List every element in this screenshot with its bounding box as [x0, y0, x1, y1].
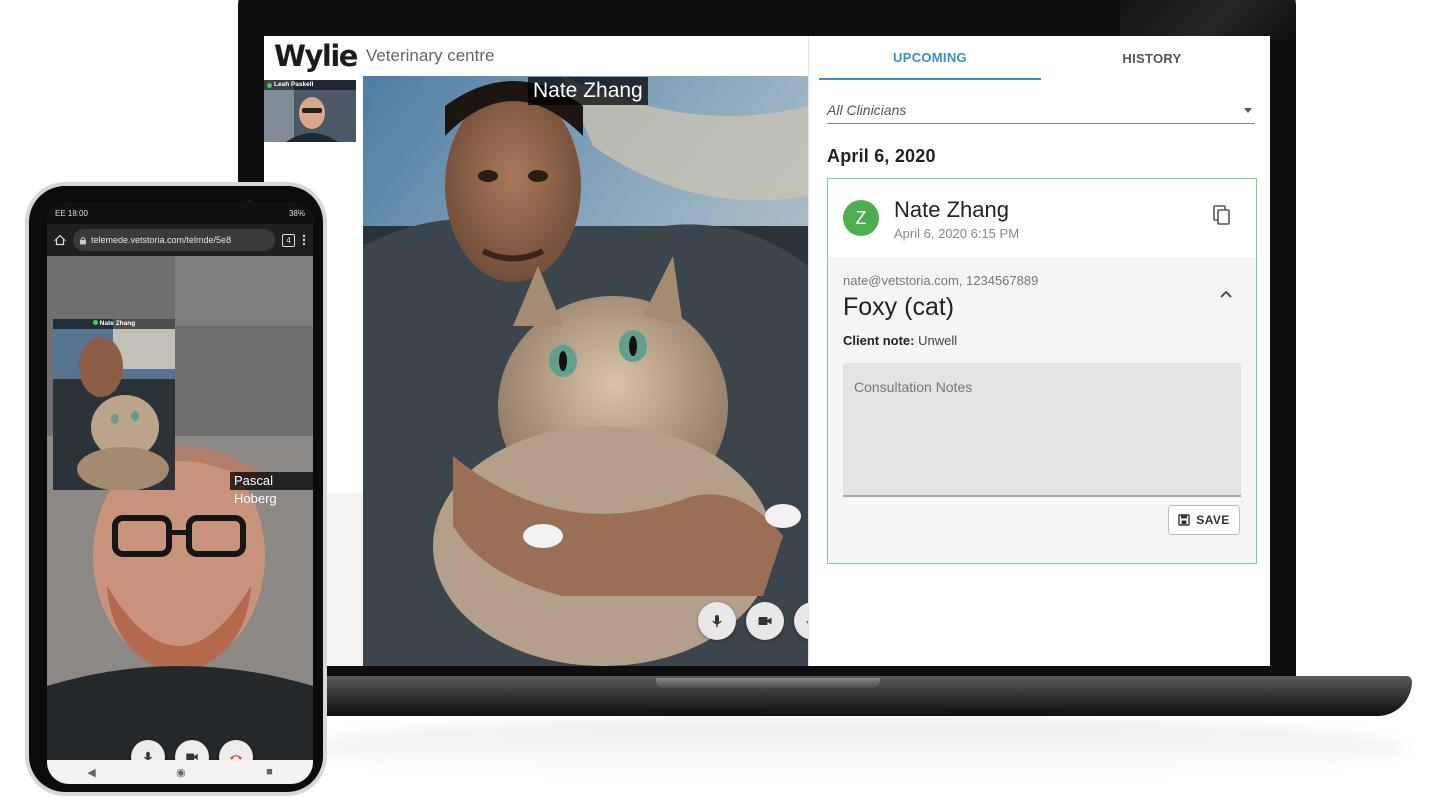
- consultation-notes-field[interactable]: Consultation Notes: [843, 363, 1241, 497]
- appointment-card-header: Z Nate Zhang April 6, 2020 6:15 PM: [828, 179, 1256, 257]
- tab-upcoming[interactable]: UPCOMING: [819, 36, 1041, 80]
- more-menu-icon[interactable]: [302, 234, 306, 246]
- camera-toggle-button[interactable]: [746, 602, 784, 640]
- main-video: Nate Zhang: [363, 76, 808, 666]
- app-header: Wylie Veterinary centre: [264, 36, 808, 76]
- laptop-hinge: [656, 678, 880, 688]
- copy-button[interactable]: [1212, 204, 1232, 231]
- phone-bezel: EE 18:00 38% telemede.vetstoria.com/telm…: [29, 186, 323, 792]
- pet-name: Foxy (cat): [843, 293, 955, 321]
- avatar: Z: [843, 200, 879, 236]
- online-status-dot: [92, 320, 98, 325]
- url-field[interactable]: telemede.vetstoria.com/telmde/5e8: [73, 229, 275, 251]
- tab-count-button[interactable]: 4: [282, 233, 295, 247]
- wylie-logo: Wylie: [274, 39, 358, 73]
- phone-self-view: Nate Zhang: [53, 319, 175, 490]
- carrier-time: EE 18:00: [55, 208, 88, 218]
- save-label: SAVE: [1196, 513, 1230, 527]
- caller-name-tag: Nate Zhang: [528, 77, 648, 105]
- tab-history[interactable]: HISTORY: [1041, 36, 1263, 80]
- save-button[interactable]: SAVE: [1168, 505, 1240, 535]
- appointment-tabs: UPCOMING HISTORY: [819, 36, 1263, 80]
- copy-icon: [1213, 205, 1230, 225]
- chevron-up-icon: [1220, 290, 1232, 298]
- mute-button[interactable]: [698, 602, 736, 640]
- back-icon[interactable]: ◀: [87, 766, 95, 779]
- client-note: Client note: Unwell: [843, 333, 957, 348]
- home-nav-icon[interactable]: ◉: [176, 766, 186, 779]
- laptop-reflection: [300, 718, 1410, 778]
- android-nav-bar: ◀ ◉ ■: [47, 760, 313, 784]
- laptop-highlight: [1120, 0, 1296, 40]
- clinician-filter-select[interactable]: All Clinicians: [827, 96, 1255, 124]
- phone-frame: EE 18:00 38% telemede.vetstoria.com/telm…: [25, 182, 327, 796]
- collapse-button[interactable]: [1218, 287, 1234, 308]
- remote-name-tag: Pascal Hoberg: [230, 472, 313, 506]
- marketing-mockup: Wylie Veterinary centre Leah Paskell Nat…: [0, 0, 1439, 809]
- client-note-value: Unwell: [914, 333, 958, 348]
- laptop-screen: Wylie Veterinary centre Leah Paskell Nat…: [264, 36, 1270, 666]
- self-view-label: Leah Paskell: [264, 80, 356, 90]
- home-icon[interactable]: [54, 234, 66, 246]
- client-name: Nate Zhang: [894, 197, 1009, 222]
- main-video-frame: [363, 76, 808, 666]
- clinic-name: Veterinary centre: [365, 46, 495, 65]
- lock-icon: [80, 236, 86, 244]
- client-contact: nate@vetstoria.com, 1234567889: [843, 273, 1039, 288]
- battery-level: 38%: [288, 208, 305, 218]
- browser-url-bar: telemede.vetstoria.com/telmde/5e8 4: [47, 224, 313, 256]
- chevron-down-icon: [1244, 107, 1252, 113]
- phone-self-view-person: [53, 319, 175, 490]
- appointments-panel: UPCOMING HISTORY All Clinicians April 6,…: [808, 36, 1270, 666]
- client-note-label: Client note:: [843, 333, 915, 348]
- phone-status-bar: EE 18:00 38%: [47, 202, 313, 224]
- save-icon: [1178, 514, 1190, 526]
- clinician-filter-value: All Clinicians: [827, 101, 907, 118]
- appointment-time: April 6, 2020 6:15 PM: [894, 226, 1020, 241]
- phone-self-view-label: Nate Zhang: [53, 319, 175, 329]
- microphone-icon: [712, 615, 722, 627]
- camera-icon: [758, 617, 772, 625]
- appointment-card: Z Nate Zhang April 6, 2020 6:15 PM nate@…: [827, 178, 1257, 564]
- online-status-dot: [267, 83, 272, 88]
- url-text: telemede.vetstoria.com/telmde/5e8: [91, 235, 232, 245]
- self-view-video: Leah Paskell: [264, 80, 356, 142]
- phone-remote-video: Nate Zhang Pascal Hoberg: [47, 256, 313, 784]
- phone-self-view-name: Nate Zhang: [99, 320, 136, 327]
- consultation-notes-placeholder: Consultation Notes: [854, 379, 973, 395]
- recents-icon[interactable]: ■: [266, 766, 273, 778]
- date-heading: April 6, 2020: [827, 146, 936, 166]
- phone-screen: EE 18:00 38% telemede.vetstoria.com/telm…: [47, 202, 313, 784]
